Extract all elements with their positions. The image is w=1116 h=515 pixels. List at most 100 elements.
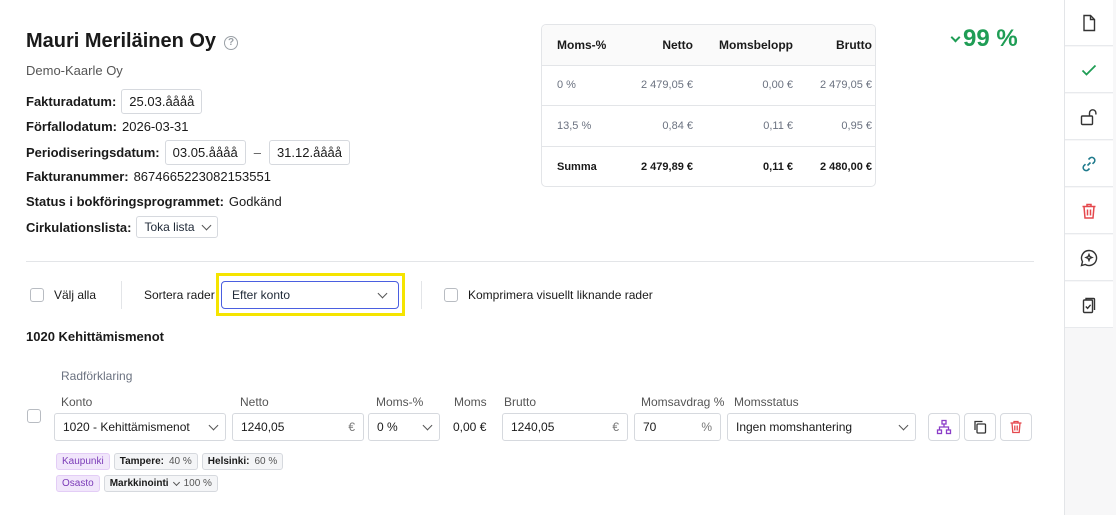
clipboard-check-icon (1082, 297, 1096, 313)
table-header-row: Moms-% Netto Momsbelopp Brutto (542, 25, 875, 66)
chevron-down-icon (208, 420, 219, 430)
select-all-control[interactable]: Välj alla (30, 288, 96, 302)
split-dimensions-button[interactable] (928, 413, 960, 441)
row-explanation-label[interactable]: Radförklaring (61, 369, 132, 383)
status-value: Godkänd (228, 194, 282, 209)
chevron-down-icon (950, 32, 961, 43)
status-label: Status i bokföringsprogrammet: (26, 194, 224, 209)
comment-sparkle-icon (1080, 249, 1098, 266)
account-select[interactable]: 1020 - Kehittämismenot (54, 413, 226, 441)
dimension-tag[interactable]: Osasto (56, 475, 100, 492)
invoice-number-row: Fakturanummer: 8674665223082153551 (26, 169, 271, 184)
document-button[interactable] (1065, 0, 1113, 46)
currency-suffix: € (348, 420, 355, 434)
column-header: Moms-% (557, 37, 607, 52)
separator (121, 281, 122, 309)
dimension-value-tag[interactable]: Markkinointi 100 % (103, 475, 218, 492)
link-icon (1082, 156, 1096, 171)
dimension-value-tag[interactable]: Tampere: 40 % (113, 453, 198, 470)
due-date-label: Förfallodatum: (26, 119, 117, 134)
unlock-icon (1080, 108, 1097, 125)
table-cell: Summa (557, 160, 597, 173)
sort-rows-value: Efter konto (232, 288, 291, 302)
delete-line-button[interactable] (1000, 413, 1032, 441)
period-separator: – (253, 145, 261, 160)
dimension-value-label: Tampere: (119, 456, 164, 467)
dimension-value-percent: 40 % (168, 456, 192, 467)
vat-summary-table: Moms-% Netto Momsbelopp Brutto 0 % 2 479… (541, 24, 876, 187)
invoice-number-label: Fakturanummer: (26, 169, 129, 184)
delete-invoice-button[interactable] (1065, 188, 1113, 234)
vat-percent-label: Moms-% (376, 395, 424, 409)
table-cell: 0,84 € (662, 119, 693, 132)
subtitle: Demo-Kaarle Oy (26, 63, 123, 78)
table-cell: 2 479,05 € (820, 79, 872, 92)
confidence-score[interactable]: 99 % (950, 25, 1018, 53)
compress-rows-label: Komprimera visuellt liknande rader (468, 288, 653, 302)
net-label: Netto (240, 395, 269, 409)
hierarchy-icon (936, 419, 952, 435)
sort-rows-select[interactable]: Efter konto (221, 281, 399, 309)
period-end-field[interactable]: 31.12.åååå (268, 140, 351, 165)
select-all-label: Välj alla (54, 288, 97, 302)
help-icon[interactable]: ? (224, 35, 239, 50)
invoice-date-field[interactable]: 25.03.åååå (121, 89, 203, 114)
sort-label-text: Sortera rader (144, 288, 215, 302)
select-all-checkbox[interactable] (30, 288, 44, 302)
period-start-field[interactable]: 03.05.åååå (164, 140, 246, 165)
table-cell: 0,11 € (763, 119, 793, 132)
link-button[interactable] (1065, 141, 1113, 187)
table-cell: 0,00 € (762, 79, 793, 92)
dimension-value-tag[interactable]: Helsinki: 60 % (201, 453, 284, 470)
dimension-value-label: Markkinointi (109, 478, 169, 489)
dimension-value-percent: 60 % (254, 456, 278, 467)
table-cell: 13,5 % (557, 119, 592, 132)
circulation-value: Toka lista (144, 220, 195, 234)
dimension-value-label: Helsinki: (207, 456, 250, 467)
dimension-tag[interactable]: Kaupunki (56, 453, 110, 470)
unlock-button[interactable] (1065, 94, 1113, 140)
account-group-title: 1020 Kehittämismenot (26, 329, 164, 344)
table-cell: 0,95 € (841, 119, 872, 132)
vat-status-value: Ingen momshantering (736, 420, 853, 434)
chevron-down-icon (201, 220, 211, 230)
currency-suffix: € (612, 420, 619, 434)
vat-deduction-input[interactable]: 70 % (634, 413, 721, 441)
chevron-down-icon (898, 420, 909, 430)
vat-status-label: Momsstatus (734, 395, 799, 409)
vat-percent-select[interactable]: 0 % (368, 413, 440, 441)
chevron-down-icon (172, 478, 180, 486)
gross-label: Brutto (504, 395, 537, 409)
check-icon (1081, 64, 1097, 76)
document-icon (1083, 14, 1096, 31)
line-checkbox[interactable] (27, 409, 41, 423)
circulation-row: Cirkulationslista: Toka lista (26, 216, 218, 238)
vat-amount-value: 0,00 € (453, 420, 487, 434)
table-cell: 2 479,89 € (641, 160, 693, 173)
percent-suffix: % (701, 420, 712, 434)
compress-rows-checkbox[interactable] (444, 288, 458, 302)
confidence-value: 99 % (963, 25, 1018, 52)
table-row: 13,5 % 0,84 € 0,11 € 0,95 € (542, 106, 875, 147)
comment-button[interactable] (1065, 235, 1113, 281)
sort-label: Sortera rader (144, 288, 215, 302)
trash-icon (1082, 203, 1096, 219)
due-date-row: Förfallodatum: 2026-03-31 (26, 119, 189, 134)
period-row: Periodiseringsdatum: 03.05.åååå – 31.12.… (26, 140, 351, 165)
net-value: 1240,05 (241, 420, 285, 434)
company-title: Mauri Meriläinen Oy (26, 30, 217, 52)
compress-rows-control[interactable]: Komprimera visuellt liknande rader (444, 288, 653, 302)
net-input[interactable]: 1240,05 € (232, 413, 364, 441)
vat-status-select[interactable]: Ingen momshantering (727, 413, 916, 441)
invoice-number-value: 8674665223082153551 (133, 169, 271, 184)
approve-button[interactable] (1065, 47, 1113, 93)
checklist-button[interactable] (1065, 282, 1113, 328)
circulation-select[interactable]: Toka lista (136, 216, 218, 238)
section-divider (26, 261, 1034, 262)
column-header: Momsbelopp (719, 37, 793, 52)
right-toolbar (1064, 0, 1116, 515)
copy-line-button[interactable] (964, 413, 996, 441)
table-cell: 2 479,05 € (641, 79, 693, 92)
gross-input[interactable]: 1240,05 € (502, 413, 628, 441)
vat-deduction-value: 70 (643, 420, 657, 434)
